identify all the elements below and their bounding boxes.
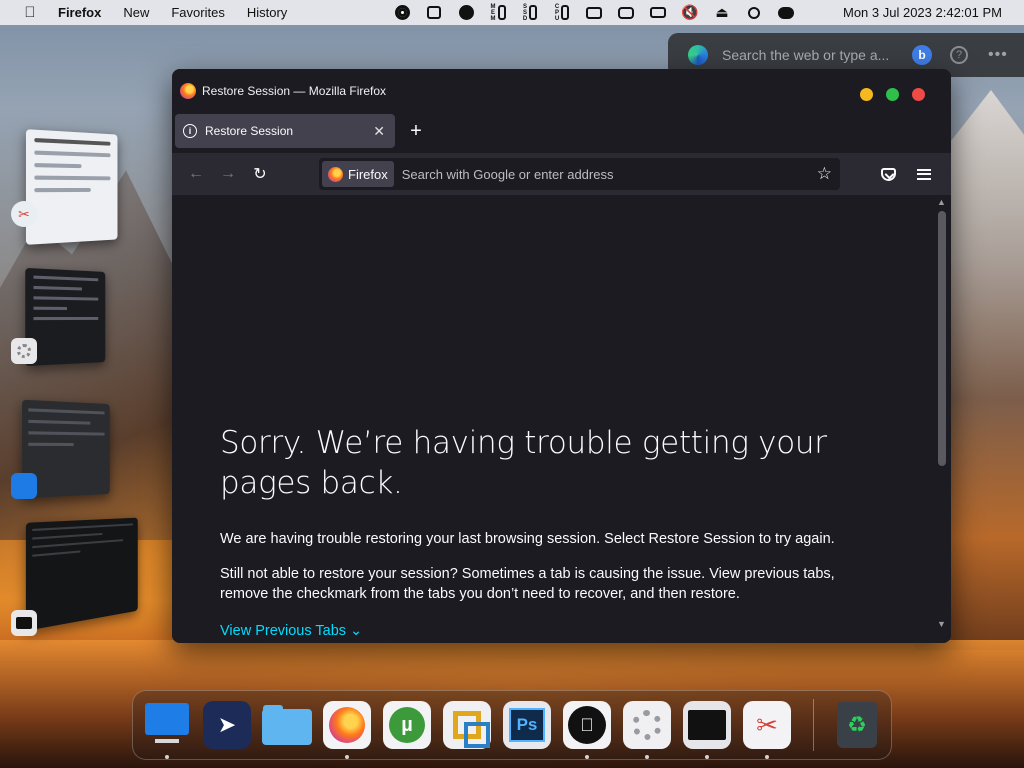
new-tab-button[interactable]: + bbox=[401, 114, 431, 148]
notes-icon[interactable] bbox=[418, 3, 450, 22]
url-input[interactable]: Search with Google or enter address bbox=[402, 167, 817, 182]
eject-icon[interactable]: ⏏ bbox=[706, 3, 738, 22]
menu-bar:  Firefox New Favorites History MEM SSD … bbox=[0, 0, 1024, 25]
url-bar[interactable]: Firefox Search with Google or enter addr… bbox=[319, 158, 840, 190]
running-indicator bbox=[705, 755, 709, 759]
page-description: We are having trouble restoring your las… bbox=[220, 531, 835, 547]
dock-files-icon[interactable] bbox=[262, 701, 312, 749]
dock-virtualbox-icon[interactable] bbox=[443, 701, 491, 749]
app-menu-button[interactable] bbox=[909, 159, 939, 189]
dock-photoshop-icon[interactable]: Ps bbox=[503, 701, 551, 749]
maximize-button[interactable] bbox=[886, 88, 899, 101]
ssd-gauge-icon[interactable]: SSD bbox=[514, 3, 546, 22]
scroll-up-icon[interactable]: ▲ bbox=[937, 197, 946, 207]
settings-app-icon[interactable] bbox=[11, 338, 37, 364]
apple-menu-icon[interactable]:  bbox=[20, 0, 40, 25]
firefox-window: Restore Session — Mozilla Firefox i Rest… bbox=[172, 69, 951, 643]
tab-close-icon[interactable]: ✕ bbox=[373, 123, 385, 140]
window-thumbnail-settings[interactable] bbox=[25, 267, 106, 367]
window-thumbnail-snipping[interactable] bbox=[25, 129, 118, 245]
finder-app-icon[interactable] bbox=[11, 473, 37, 499]
dock-snipping-tool-icon[interactable]: ✂ bbox=[743, 701, 791, 749]
back-button[interactable]: ← bbox=[180, 159, 212, 189]
snipping-tool-app-icon[interactable]: ✂ bbox=[11, 201, 37, 227]
view-previous-tabs-link[interactable]: View Previous Tabs ⌄ bbox=[220, 623, 362, 639]
info-icon: i bbox=[183, 124, 197, 138]
dock-apple-icon[interactable]:  bbox=[563, 701, 611, 749]
help-icon[interactable]: ? bbox=[950, 46, 968, 64]
scroll-down-icon[interactable]: ▼ bbox=[937, 619, 946, 629]
cast-icon[interactable] bbox=[642, 3, 674, 22]
display-icon[interactable] bbox=[610, 3, 642, 22]
menu-new[interactable]: New bbox=[123, 5, 149, 20]
pocket-icon bbox=[880, 167, 896, 181]
firefox-logo-icon bbox=[328, 166, 343, 182]
toolbar-right bbox=[873, 159, 939, 189]
dock-terminal-icon[interactable] bbox=[683, 701, 731, 749]
tab-label: Restore Session bbox=[205, 124, 294, 138]
scroll-thumb[interactable] bbox=[938, 211, 946, 466]
identity-box[interactable]: Firefox bbox=[322, 161, 394, 187]
page-help-text: Still not able to restore your session? … bbox=[220, 566, 835, 602]
close-window-button[interactable] bbox=[912, 88, 925, 101]
running-indicator bbox=[585, 755, 589, 759]
firefox-logo-icon bbox=[180, 83, 196, 99]
running-indicator bbox=[765, 755, 769, 759]
tab-restore-session[interactable]: i Restore Session ✕ bbox=[175, 114, 395, 148]
nav-toolbar: ← → ↻ Firefox Search with Google or ente… bbox=[172, 153, 951, 195]
mem-gauge-icon[interactable]: MEM bbox=[482, 3, 514, 22]
forward-button[interactable]: → bbox=[212, 159, 244, 189]
dock-recycle-bin-icon[interactable]: ♻ bbox=[833, 701, 881, 749]
page-content: Sorry. We’re having trouble getting your… bbox=[172, 195, 951, 643]
page-title: Sorry. We’re having trouble getting your… bbox=[220, 425, 827, 501]
cpu-gauge-icon[interactable]: CPU bbox=[546, 3, 578, 22]
more-options-icon[interactable]: ••• bbox=[988, 46, 1008, 64]
dock-settings-icon[interactable] bbox=[623, 701, 671, 749]
dock-firefox-icon[interactable] bbox=[323, 701, 371, 749]
dock-separator bbox=[813, 699, 814, 751]
bing-icon[interactable]: b bbox=[912, 45, 932, 65]
menu-history[interactable]: History bbox=[247, 5, 287, 20]
eject-disk-icon[interactable] bbox=[450, 3, 482, 22]
window-thumbnail-terminal[interactable] bbox=[25, 517, 138, 631]
page-scrollbar[interactable]: ▲ ▼ bbox=[933, 195, 951, 631]
mute-icon[interactable]: 🔇 bbox=[674, 3, 706, 22]
window-controls bbox=[860, 88, 925, 101]
hamburger-icon bbox=[917, 168, 931, 180]
identity-label: Firefox bbox=[348, 166, 388, 182]
dock-utorrent-icon[interactable]: µ bbox=[383, 701, 431, 749]
status-icons: MEM SSD CPU 🔇 ⏏ bbox=[386, 3, 802, 22]
window-title: Restore Session — Mozilla Firefox bbox=[202, 84, 387, 98]
minimize-button[interactable] bbox=[860, 88, 873, 101]
dock-finder-icon[interactable] bbox=[143, 701, 191, 749]
menu-favorites[interactable]: Favorites bbox=[171, 5, 224, 20]
search-icon[interactable] bbox=[738, 3, 770, 22]
window-titlebar[interactable]: Restore Session — Mozilla Firefox bbox=[172, 69, 951, 113]
control-center-icon[interactable] bbox=[770, 3, 802, 22]
running-indicator bbox=[345, 755, 349, 759]
menubar-clock[interactable]: Mon 3 Jul 2023 2:42:01 PM bbox=[843, 5, 1002, 20]
dock: ➤ µ Ps  ✂ ♻ bbox=[132, 690, 892, 760]
tab-strip: i Restore Session ✕ + bbox=[172, 113, 951, 153]
menu-app-name[interactable]: Firefox bbox=[58, 5, 101, 20]
bookmark-star-icon[interactable]: ☆ bbox=[817, 164, 832, 184]
dock-launchpad-icon[interactable]: ➤ bbox=[203, 701, 251, 749]
record-icon[interactable] bbox=[386, 3, 418, 22]
edge-logo-icon bbox=[688, 45, 708, 65]
reload-button[interactable]: ↻ bbox=[244, 159, 276, 189]
battery-icon[interactable] bbox=[578, 3, 610, 22]
terminal-app-icon[interactable] bbox=[11, 610, 37, 636]
pocket-button[interactable] bbox=[873, 159, 903, 189]
running-indicator bbox=[165, 755, 169, 759]
edge-search-input[interactable]: Search the web or type a... bbox=[722, 47, 892, 63]
running-indicator bbox=[645, 755, 649, 759]
